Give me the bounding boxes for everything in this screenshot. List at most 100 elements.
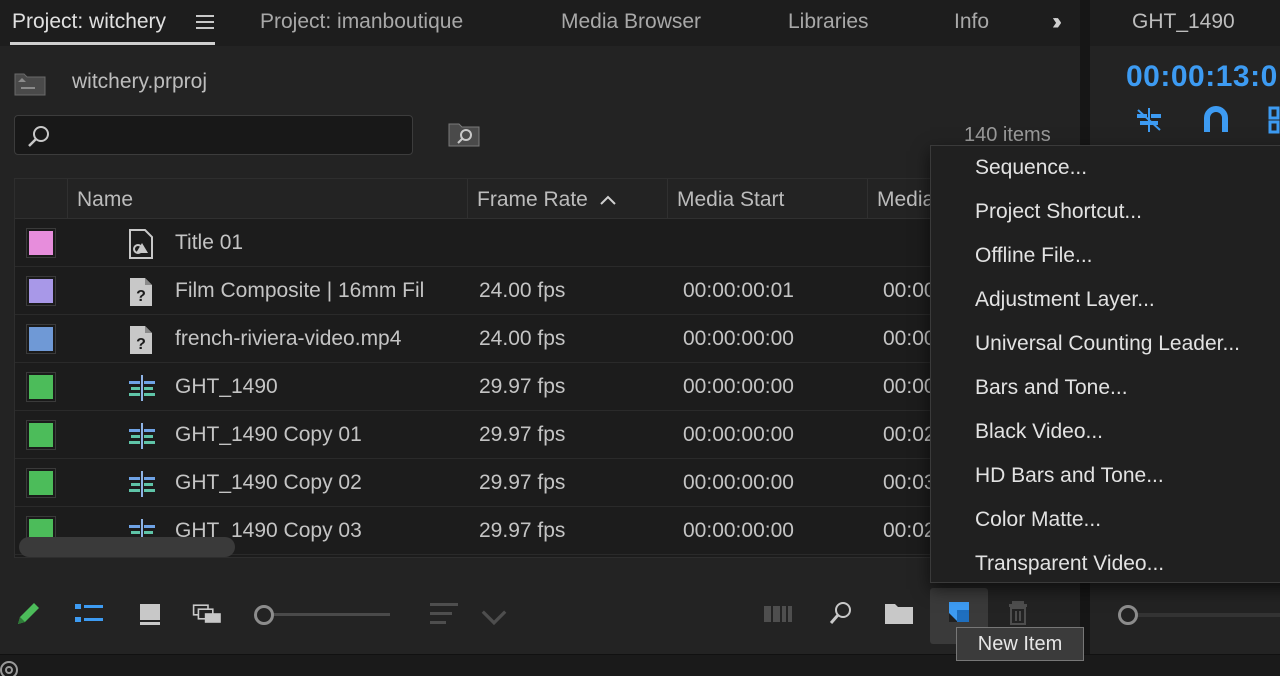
column-label-media-start: Media Start xyxy=(677,188,785,211)
horizontal-scrollbar[interactable] xyxy=(19,537,235,557)
item-frame-rate: 29.97 fps xyxy=(479,471,566,494)
label-color-swatch[interactable] xyxy=(26,468,56,498)
label-color-swatch[interactable] xyxy=(26,372,56,402)
search-input[interactable] xyxy=(63,122,403,148)
item-media-start: 00:00:00:01 xyxy=(683,279,794,302)
label-color-swatch[interactable] xyxy=(26,324,56,354)
project-items-table: Name Frame Rate Media Start Media Title … xyxy=(14,178,1080,558)
column-header-media-start[interactable]: Media Start xyxy=(667,179,867,219)
linked-selection-icon[interactable] xyxy=(1268,106,1280,134)
program-timecode[interactable]: 00:00:13:0 xyxy=(1126,60,1278,94)
creative-cloud-sync-icon[interactable] xyxy=(0,659,22,676)
insert-edit-icon[interactable] xyxy=(1134,106,1164,134)
missing-file-icon: ? xyxy=(127,325,155,355)
label-color-swatch[interactable] xyxy=(26,420,56,450)
menu-item-transparent-video[interactable]: Transparent Video... xyxy=(931,542,1280,586)
item-media-start: 00:00:00:00 xyxy=(683,519,794,542)
panel-tab-bar: Project: witchery Project: imanboutique … xyxy=(0,0,1080,46)
active-tab-indicator xyxy=(10,42,215,45)
column-label-media-end: Media xyxy=(877,188,935,211)
svg-text:?: ? xyxy=(136,336,146,353)
project-panel: Project: witchery Project: imanboutique … xyxy=(0,0,1080,654)
column-header-frame-rate[interactable]: Frame Rate xyxy=(467,179,667,219)
thumbnail-zoom-slider[interactable] xyxy=(252,603,392,625)
program-tab-bar: GHT_1490 xyxy=(1090,0,1280,46)
tab-media-browser[interactable]: Media Browser xyxy=(561,10,701,34)
tab-info[interactable]: Info xyxy=(954,10,989,34)
table-row[interactable]: GHT_1490 29.97 fps 00:00:00:00 00:00 xyxy=(15,363,1079,411)
chevron-down-icon[interactable] xyxy=(478,604,510,632)
search-icon xyxy=(28,126,49,147)
item-media-start: 00:00:00:00 xyxy=(683,471,794,494)
item-name: GHT_1490 xyxy=(175,375,278,398)
label-color-swatch[interactable] xyxy=(26,276,56,306)
icon-view-icon[interactable] xyxy=(134,600,166,628)
table-row[interactable]: GHT_1490 Copy 01 29.97 fps 00:00:00:00 00:0… xyxy=(15,411,1079,459)
panel-menu-icon[interactable] xyxy=(196,15,214,29)
folder-up-icon[interactable] xyxy=(14,70,46,96)
item-frame-rate: 29.97 fps xyxy=(479,375,566,398)
table-row[interactable]: Title 01 xyxy=(15,219,1079,267)
find-icon[interactable] xyxy=(824,599,856,627)
table-row[interactable]: ? french-riviera-video.mp4 24.00 fps 00:00:… xyxy=(15,315,1079,363)
label-color-swatch[interactable] xyxy=(26,228,56,258)
tab-overflow-icon[interactable]: ›› xyxy=(1052,8,1062,36)
search-field[interactable] xyxy=(14,115,413,155)
project-file-name: witchery.prproj xyxy=(72,70,207,93)
new-item-icon xyxy=(949,602,969,622)
menu-item-color-matte[interactable]: Color Matte... xyxy=(931,498,1280,542)
automate-to-sequence-icon[interactable] xyxy=(762,600,794,628)
zoom-slider-track xyxy=(266,613,390,616)
menu-item-black-video[interactable]: Black Video... xyxy=(931,410,1280,454)
menu-item-hd-bars-and-tone[interactable]: HD Bars and Tone... xyxy=(931,454,1280,498)
item-name: GHT_1490 Copy 01 xyxy=(175,423,362,446)
new-item-tooltip: New Item xyxy=(956,627,1084,661)
item-name: Film Composite | 16mm Fil xyxy=(175,279,425,302)
table-row[interactable]: GHT_1490 Copy 02 29.97 fps 00:00:00:00 00:0… xyxy=(15,459,1079,507)
item-media-start: 00:00:00:00 xyxy=(683,327,794,350)
timeline-slider-track xyxy=(1132,613,1280,617)
label-column-header[interactable] xyxy=(15,179,67,219)
item-name: french-riviera-video.mp4 xyxy=(175,327,402,350)
svg-text:?: ? xyxy=(136,288,146,305)
pencil-icon[interactable] xyxy=(14,599,46,627)
table-row[interactable]: ? Film Composite | 16mm Fil 24.00 fps 00:00… xyxy=(15,267,1079,315)
menu-item-sequence[interactable]: Sequence... xyxy=(931,146,1280,190)
sequence-icon xyxy=(127,373,155,403)
column-label-name: Name xyxy=(77,188,134,211)
new-bin-icon[interactable] xyxy=(883,600,915,628)
program-monitor-title[interactable]: GHT_1490 xyxy=(1132,10,1235,34)
zoom-slider-knob[interactable] xyxy=(254,605,274,625)
item-frame-rate: 24.00 fps xyxy=(479,279,566,302)
item-frame-rate: 29.97 fps xyxy=(479,423,566,446)
column-label-frame-rate: Frame Rate xyxy=(477,188,588,211)
menu-item-offline-file[interactable]: Offline File... xyxy=(931,234,1280,278)
timeline-slider-knob[interactable] xyxy=(1118,605,1138,625)
item-media-start: 00:00:00:00 xyxy=(683,423,794,446)
menu-item-project-shortcut[interactable]: Project Shortcut... xyxy=(931,190,1280,234)
sort-icons-icon[interactable] xyxy=(428,600,460,628)
timeline-zoom-slider[interactable] xyxy=(1116,604,1280,626)
item-name: GHT_1490 Copy 02 xyxy=(175,471,362,494)
trash-icon[interactable] xyxy=(1004,598,1036,626)
item-frame-rate: 24.00 fps xyxy=(479,327,566,350)
premiere-workspace: Project: witchery Project: imanboutique … xyxy=(0,0,1280,676)
item-media-start: 00:00:00:00 xyxy=(683,375,794,398)
menu-item-bars-and-tone[interactable]: Bars and Tone... xyxy=(931,366,1280,410)
tab-libraries[interactable]: Libraries xyxy=(788,10,869,34)
sort-ascending-icon xyxy=(600,196,616,206)
freeform-view-icon[interactable] xyxy=(192,600,224,628)
item-count: 140 items xyxy=(964,124,1051,146)
item-frame-rate: 29.97 fps xyxy=(479,519,566,542)
menu-item-universal-counting-leader[interactable]: Universal Counting Leader... xyxy=(931,322,1280,366)
tab-project-witchery[interactable]: Project: witchery xyxy=(12,10,166,34)
table-header: Name Frame Rate Media Start Media xyxy=(15,179,1079,219)
snap-magnet-icon[interactable] xyxy=(1202,106,1230,134)
column-header-name[interactable]: Name xyxy=(67,179,467,219)
menu-item-adjustment-layer[interactable]: Adjustment Layer... xyxy=(931,278,1280,322)
tab-project-imanboutique[interactable]: Project: imanboutique xyxy=(260,10,463,34)
status-bar xyxy=(0,654,1280,676)
list-view-icon[interactable] xyxy=(73,600,105,628)
missing-file-icon: ? xyxy=(127,277,155,307)
new-search-bin-icon[interactable] xyxy=(448,121,480,147)
